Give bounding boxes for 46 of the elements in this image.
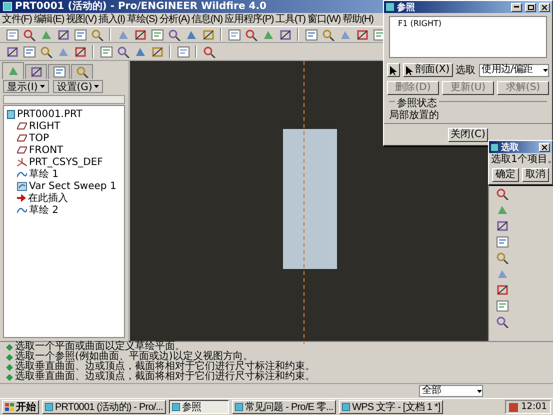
clock: 12:01 xyxy=(521,402,547,412)
tree-item[interactable]: FRONT xyxy=(7,144,121,156)
pick-label: 选取 xyxy=(456,64,476,76)
message-text: 选取垂直曲面、边或顶点，截面将相对于它们进行尺寸标注和约束。 xyxy=(15,362,315,372)
menu-item[interactable]: 文件(F) xyxy=(2,14,32,26)
dialog-title: 选取 xyxy=(501,141,520,154)
window-title: PRT0001 (活动的) - Pro/ENGINEER Wildfire 4.0 xyxy=(15,0,266,12)
menu-item[interactable]: 工具(T) xyxy=(276,14,306,26)
pick-dropdown[interactable]: 使用边/偏距 xyxy=(478,64,549,76)
tree-item[interactable]: 草绘 2 xyxy=(7,204,121,216)
taskbar-button[interactable]: 参照 xyxy=(168,400,229,414)
menu-item[interactable]: 草绘(S) xyxy=(126,14,158,26)
section-button[interactable]: 剖面(X) xyxy=(403,63,453,77)
taskbar-button[interactable]: WPS 文字 - [文档 1 *] xyxy=(339,400,444,414)
message-text: 选取垂直曲面、边或顶点，截面将相对于它们进行尺寸标注和约束。 xyxy=(15,372,315,382)
taskbar-button[interactable]: 常见问题 - Pro/E 零... xyxy=(232,400,336,414)
tree-item[interactable]: 草绘 1 xyxy=(7,168,121,180)
menu-item[interactable]: 窗口(W) xyxy=(307,14,341,26)
dialog-button[interactable]: 确定 xyxy=(492,168,519,182)
dialog-button[interactable]: 取消 xyxy=(522,168,549,182)
menu-item[interactable]: 帮助(H) xyxy=(342,14,374,26)
group-label: 参照状态 xyxy=(395,96,439,110)
select-message: 选取1个项目。 xyxy=(490,153,552,166)
tree-item[interactable]: Var Sect Sweep 1 xyxy=(7,180,121,192)
tree-item[interactable]: 在此插入 xyxy=(7,192,121,204)
menu-item[interactable]: 信息(N) xyxy=(192,14,222,26)
close-button[interactable]: 关闭(C) xyxy=(448,128,488,142)
menu-item[interactable]: 视图(V) xyxy=(66,14,96,26)
tree-item[interactable]: PRT0001.PRT xyxy=(7,108,121,120)
dropdown-button[interactable]: 显示(I) xyxy=(3,80,49,93)
menu-item[interactable]: 编辑(E) xyxy=(34,14,64,26)
dialog-title: 参照 xyxy=(397,1,416,14)
menu-item[interactable]: 应用程序(P) xyxy=(224,14,274,26)
menu-item[interactable]: 分析(A) xyxy=(159,14,190,26)
tree-item[interactable]: PRT_CSYS_DEF xyxy=(7,156,121,168)
menu-item[interactable]: 插入(I) xyxy=(98,14,125,26)
message-text: 选取一个平面或曲面以定义草绘平面。 xyxy=(15,342,185,352)
status-text: 局部放置的 xyxy=(389,110,440,121)
start-button[interactable]: 开始 xyxy=(2,400,39,414)
tree-item[interactable]: TOP xyxy=(7,132,121,144)
dropdown-button[interactable]: 设置(G) xyxy=(52,80,104,93)
taskbar-button[interactable]: PRT0001 (活动的) - Pro/... xyxy=(42,400,166,414)
message-text: 选取一个参照(例如曲面、平面或边)以定义视图方向。 xyxy=(15,352,253,362)
filter-dropdown[interactable]: 全部 xyxy=(419,385,483,397)
tree-item[interactable]: RIGHT xyxy=(7,120,121,132)
list-item[interactable]: F1 (RIGHT) xyxy=(398,19,442,28)
